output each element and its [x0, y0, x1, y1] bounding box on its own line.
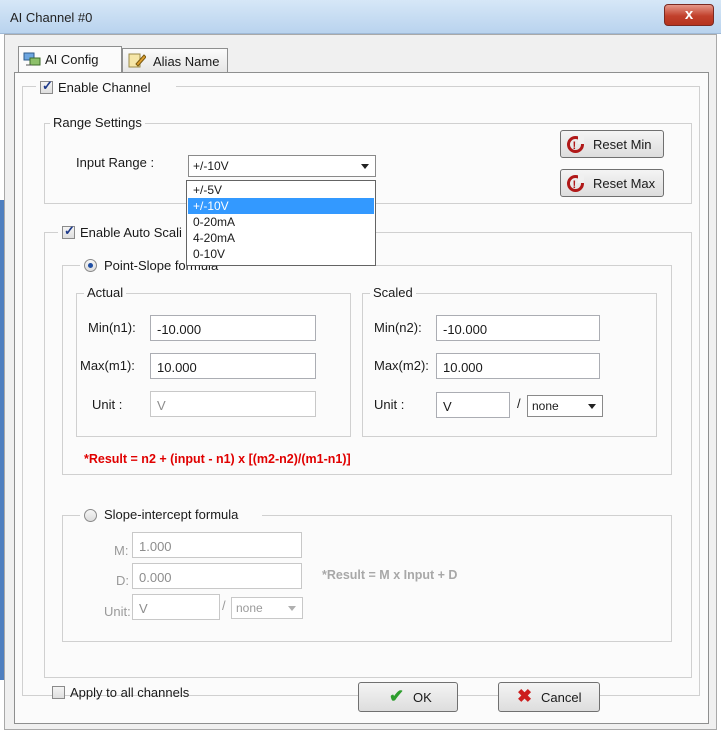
ok-label: OK	[413, 690, 432, 705]
per-separator: /	[517, 396, 521, 411]
range-option[interactable]: 4-20mA	[188, 230, 374, 246]
input-range-dropdown: +/-5V +/-10V 0-20mA 4-20mA 0-10V	[186, 180, 376, 266]
max-m2-label: Max(m2):	[374, 358, 429, 373]
reset-max-button[interactable]: ! Reset Max	[560, 169, 664, 197]
m-input[interactable]: 1.000	[132, 532, 302, 558]
range-option[interactable]: +/-5V	[188, 182, 374, 198]
window-edge	[0, 200, 4, 680]
svg-text:!: !	[573, 179, 577, 191]
apply-all-label: Apply to all channels	[70, 685, 190, 700]
point-slope-radio[interactable]	[84, 259, 97, 272]
tab-alias-name[interactable]: Alias Name	[122, 48, 228, 72]
range-settings-legend: Range Settings	[50, 115, 145, 130]
per-unit-select[interactable]: none	[527, 395, 603, 417]
d-label: D:	[116, 573, 129, 588]
per-unit-value-si: none	[236, 601, 263, 615]
d-input[interactable]: 0.000	[132, 563, 302, 589]
slope-intercept-radio[interactable]	[84, 509, 97, 522]
chevron-down-icon	[361, 164, 369, 169]
reset-max-label: Reset Max	[593, 176, 656, 191]
chevron-down-icon	[588, 404, 596, 409]
reset-min-button[interactable]: ! Reset Min	[560, 130, 664, 158]
unit-actual-label: Unit :	[92, 397, 123, 412]
unit-scaled-label: Unit :	[374, 397, 405, 412]
close-icon: x	[684, 6, 694, 23]
range-option[interactable]: 0-20mA	[188, 214, 374, 230]
min-n1-label: Min(n1):	[88, 320, 136, 335]
point-slope-result: *Result = n2 + (input - n1) x [(m2-n2)/(…	[84, 452, 351, 466]
svg-text:!: !	[573, 140, 577, 152]
unit-scaled-input[interactable]: V	[436, 392, 510, 418]
reset-icon: !	[567, 175, 584, 192]
range-option[interactable]: 0-10V	[188, 246, 374, 262]
per-unit-value: none	[532, 399, 559, 413]
chevron-down-icon	[288, 606, 296, 611]
enable-channel-label: Enable Channel	[58, 80, 151, 95]
actual-legend: Actual	[84, 285, 127, 300]
close-button[interactable]: x	[664, 4, 714, 26]
reset-icon: !	[567, 136, 584, 153]
min-n1-input[interactable]: -10.000	[150, 315, 316, 341]
input-range-select[interactable]: +/-10V	[188, 155, 376, 177]
cancel-label: Cancel	[541, 690, 582, 705]
enable-channel-checkbox[interactable]: ✓	[40, 78, 53, 94]
unit-si-label: Unit:	[104, 604, 131, 619]
check-icon: ✓	[42, 78, 53, 93]
reset-min-label: Reset Min	[593, 137, 652, 152]
slope-intercept-result: *Result = M x Input + D	[322, 568, 458, 582]
x-icon: ✖	[517, 686, 533, 706]
tab-label: Alias Name	[153, 54, 220, 69]
pencil-icon	[128, 53, 146, 68]
network-icon	[23, 52, 41, 66]
tab-ai-config[interactable]: AI Config	[18, 46, 122, 72]
max-m2-input[interactable]: 10.000	[436, 353, 600, 379]
slope-intercept-label: Slope-intercept formula	[104, 507, 239, 522]
check-icon: ✓	[64, 223, 75, 238]
unit-si-input[interactable]: V	[132, 594, 220, 620]
max-m1-input[interactable]: 10.000	[150, 353, 316, 379]
min-n2-input[interactable]: -10.000	[436, 315, 600, 341]
per-unit-select-si[interactable]: none	[231, 597, 303, 619]
enable-auto-scaling-checkbox[interactable]: ✓	[62, 223, 75, 239]
max-m1-label: Max(m1):	[80, 358, 135, 373]
title-bar	[0, 0, 721, 34]
min-n2-label: Min(n2):	[374, 320, 422, 335]
tab-label: AI Config	[45, 52, 99, 67]
cancel-button[interactable]: ✖ Cancel	[498, 682, 600, 712]
m-label: M:	[114, 543, 129, 558]
input-range-value: +/-10V	[193, 159, 229, 173]
checkmark-icon: ✔	[389, 686, 405, 706]
scaled-legend: Scaled	[370, 285, 416, 300]
ok-button[interactable]: ✔ OK	[358, 682, 458, 712]
per-separator-si: /	[222, 598, 226, 613]
input-range-label: Input Range :	[76, 155, 155, 170]
range-option-selected[interactable]: +/-10V	[188, 198, 374, 214]
unit-actual-input[interactable]: V	[150, 391, 316, 417]
enable-auto-scaling-label: Enable Auto Scali	[80, 225, 182, 240]
window-title: AI Channel #0	[10, 10, 93, 25]
apply-all-checkbox[interactable]	[52, 686, 65, 699]
radio-dot	[88, 263, 93, 268]
